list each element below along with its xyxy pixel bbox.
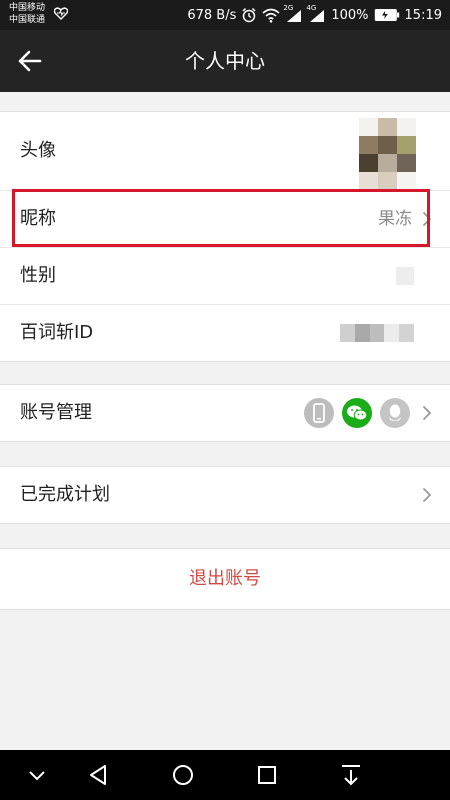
- carrier-1: 中国移动: [9, 3, 46, 13]
- nickname-label: 昵称: [20, 208, 56, 229]
- gender-row[interactable]: 性别: [0, 248, 450, 305]
- id-value-blurred: [340, 324, 414, 342]
- avatar-row[interactable]: 头像: [0, 112, 450, 191]
- gender-value-blurred: [396, 267, 414, 285]
- back-arrow-icon: [18, 50, 42, 72]
- clock: 15:19: [404, 7, 442, 23]
- nickname-value: 果冻: [378, 209, 412, 229]
- account-section: 账号管理: [0, 384, 450, 442]
- download-icon[interactable]: [338, 762, 364, 788]
- back-button[interactable]: [14, 46, 48, 76]
- chevron-right-icon: [422, 211, 432, 227]
- wechat-icon: [342, 398, 372, 428]
- alarm-icon: [242, 7, 256, 23]
- account-label: 账号管理: [20, 402, 92, 423]
- chevron-down-icon[interactable]: [24, 762, 50, 788]
- profile-section: 头像 昵称 果冻 性别 百词斩ID: [0, 111, 450, 362]
- avatar-label: 头像: [20, 140, 56, 161]
- app-header: 个人中心: [0, 30, 450, 92]
- account-management-row[interactable]: 账号管理: [0, 385, 450, 441]
- chevron-right-icon: [422, 487, 432, 503]
- qq-icon: [380, 398, 410, 428]
- carrier-2: 中国联通: [9, 15, 46, 25]
- battery-percent: 100%: [331, 7, 369, 23]
- linked-accounts: [304, 398, 410, 428]
- plans-label: 已完成计划: [20, 484, 110, 505]
- carrier-info: 中国移动 中国联通: [9, 2, 45, 26]
- gender-label: 性别: [20, 265, 56, 286]
- plans-section: 已完成计划: [0, 466, 450, 524]
- heart-icon: [54, 7, 68, 20]
- network-speed: 678 B/s: [187, 7, 237, 23]
- avatar[interactable]: [359, 118, 416, 190]
- recents-square-icon[interactable]: [254, 762, 280, 788]
- id-label: 百词斩ID: [20, 322, 94, 343]
- back-triangle-icon[interactable]: [86, 762, 112, 788]
- chevron-right-icon: [422, 405, 432, 421]
- home-circle-icon[interactable]: [170, 762, 196, 788]
- phone-icon: [304, 398, 334, 428]
- signal-4g: 4G: [306, 4, 326, 23]
- completed-plans-row[interactable]: 已完成计划: [0, 467, 450, 523]
- battery-icon: [374, 9, 399, 21]
- id-row: 百词斩ID: [0, 305, 450, 361]
- system-nav-bar: [0, 750, 450, 800]
- logout-button[interactable]: 退出账号: [0, 548, 450, 610]
- wifi-icon: [262, 8, 280, 23]
- nickname-row[interactable]: 昵称 果冻: [0, 191, 450, 248]
- status-bar: 中国移动 中国联通 678 B/s 2G 4G 100% 15:19: [0, 0, 450, 30]
- signal-2g: 2G: [283, 4, 303, 23]
- page-title: 个人中心: [185, 49, 265, 73]
